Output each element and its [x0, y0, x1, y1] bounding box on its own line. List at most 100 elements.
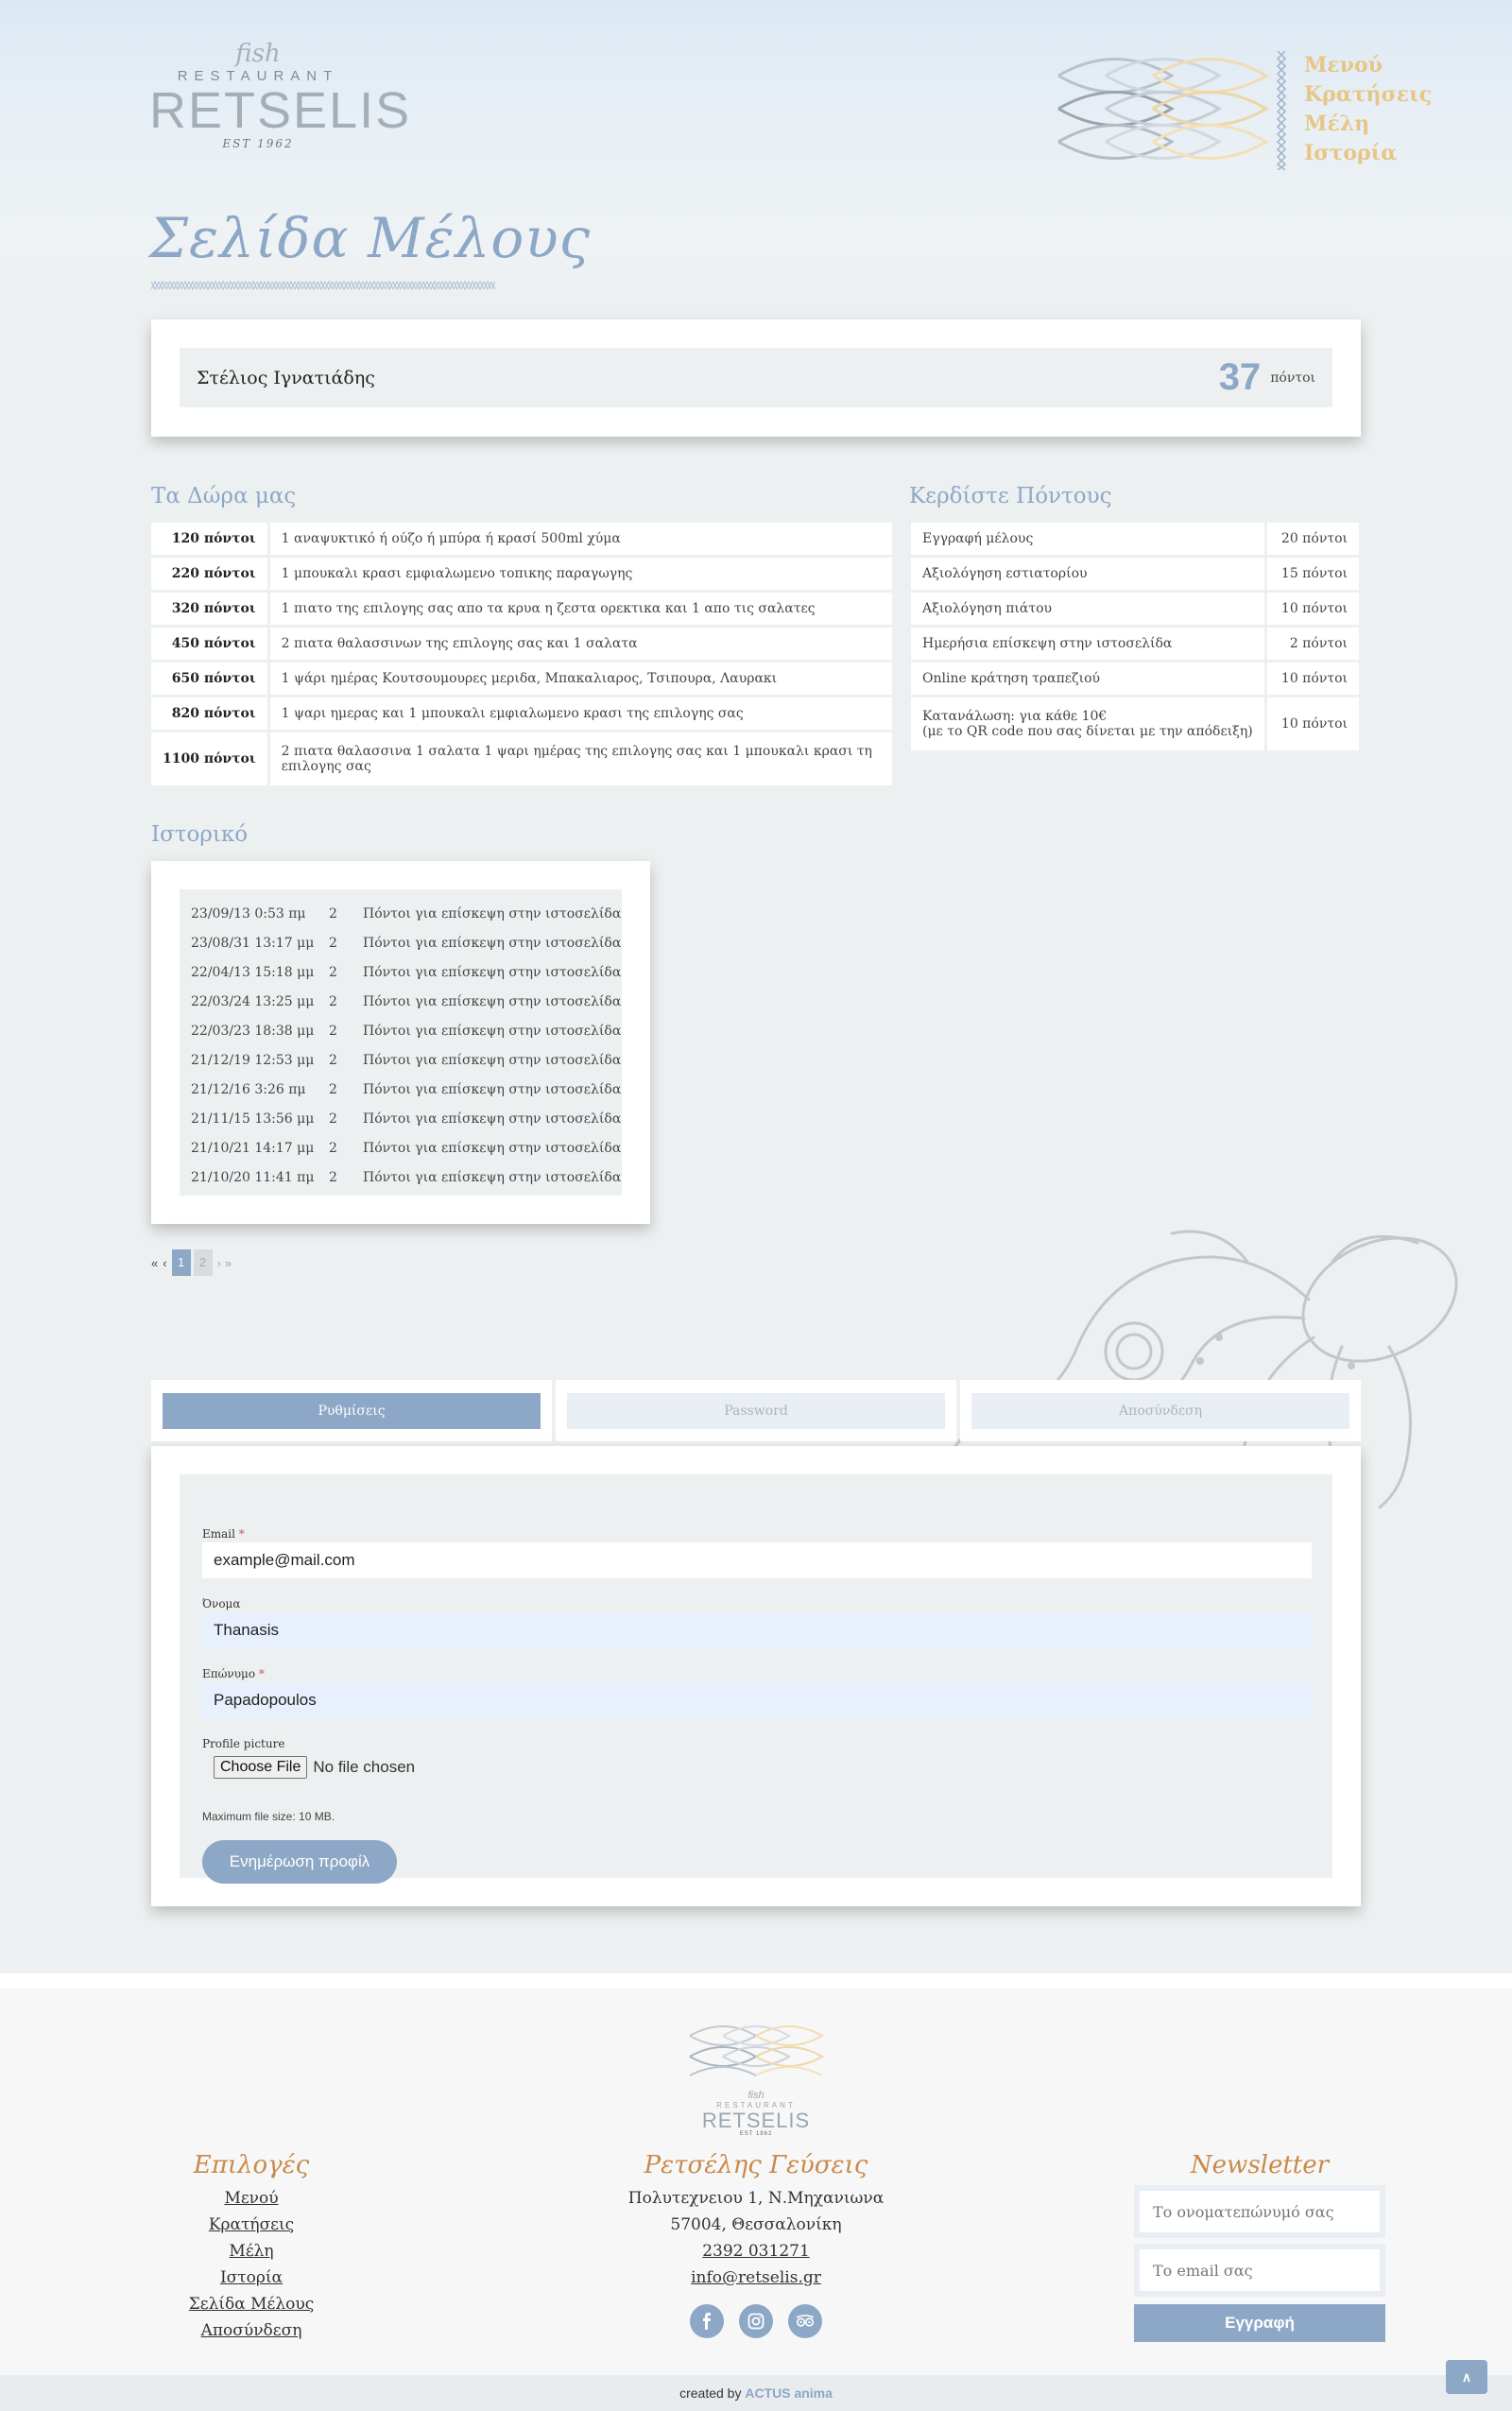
history-list: 23/09/13 0:53 πμ 2 Πόντοι για επίσκεψη στη… [180, 889, 622, 1196]
credit-prefix: created by [679, 2385, 742, 2401]
newsletter-title: Newsletter [1190, 2151, 1330, 2179]
history-points: 2 [329, 1140, 337, 1156]
newsletter-divider [1134, 2238, 1385, 2244]
earn-description: Online κράτηση τραπεζιού [911, 663, 1264, 695]
gift-points: 450 πόντοι [151, 628, 270, 660]
newsletter-subscribe-button[interactable]: Εγγραφή [1134, 2304, 1385, 2342]
picture-field-group: Profile picture Choose File No file chos… [202, 1737, 415, 1779]
gift-description: 1 αναψυκτικό ή ούζο ή μπύρα ή κρασί 500m… [269, 523, 892, 555]
email-label: Email * [202, 1527, 245, 1541]
update-profile-button[interactable]: Ενημέρωση προφίλ [202, 1840, 397, 1884]
tripadvisor-icon[interactable] [788, 2304, 822, 2338]
footer-link-member-page[interactable]: Σελίδα Μέλους [151, 2291, 352, 2317]
newsletter-email-input[interactable] [1140, 2249, 1380, 2291]
history-row: 21/10/20 11:41 πμ 2 Πόντοι για επίσκεψη στ… [180, 1162, 622, 1192]
name-field[interactable] [202, 1612, 1312, 1648]
tab-settings[interactable]: Ρυθμίσεις [163, 1393, 541, 1429]
gift-description: 2 πιατα θαλασσινα 1 σαλατα 1 ψαρι ημέρας… [269, 732, 892, 785]
footer-contact: Ρετσέλης Γεύσεις Πολυτεχνειου 1, Ν.Μηχαν… [605, 2151, 907, 2338]
footer-contact-title: Ρετσέλης Γεύσεις [644, 2151, 868, 2179]
gift-description: 1 πιατο της επιλογης σας απο τα κρυα η ζ… [269, 593, 892, 625]
footer-link-reservations[interactable]: Κρατήσεις [151, 2212, 352, 2238]
nav-members[interactable]: Μέλη [1304, 110, 1432, 139]
earn-description: Ημερήσια επίσκεψη στην ιστοσελίδα [911, 628, 1264, 660]
gift-description: 1 ψαρι ημερας και 1 μπουκαλι εμφιαλωμενο… [269, 697, 892, 730]
history-row: 23/09/13 0:53 πμ 2 Πόντοι για επίσκεψη στη… [180, 899, 622, 928]
profile-form: Email * Όνομα Επώνυμο * Profile picture … [180, 1474, 1332, 1884]
pager-page-2[interactable]: 2 [193, 1249, 213, 1276]
earn-row: Κατανάλωση: για κάθε 10€ (με το QR code π… [911, 697, 1359, 750]
settings-tabs: Ρυθμίσεις Password Αποσύνδεση [151, 1380, 1361, 1441]
earn-points: 10 πόντοι [1264, 697, 1359, 750]
earn-description: Κατανάλωση: για κάθε 10€ (με το QR code π… [911, 697, 1264, 750]
earn-description: Εγγραφή μέλους [911, 523, 1264, 555]
pager-current[interactable]: 1 [171, 1249, 191, 1276]
gift-row: 450 πόντοι 2 πιατα θαλασσινων της επιλογη… [151, 628, 892, 660]
footer-phone[interactable]: 2392 031271 [605, 2238, 907, 2265]
email-field[interactable] [202, 1542, 1312, 1578]
newsletter-name-input[interactable] [1140, 2191, 1380, 2232]
history-date: 22/04/13 15:18 μμ [191, 964, 315, 980]
member-points: 37 [1218, 356, 1262, 398]
footer-link-logout[interactable]: Αποσύνδεση [151, 2317, 352, 2344]
history-points: 2 [329, 1052, 337, 1068]
earn-points: 10 πόντοι [1264, 663, 1359, 695]
earn-points: 10 πόντοι [1264, 593, 1359, 625]
surname-field[interactable] [202, 1682, 1312, 1718]
site-logo[interactable]: fish RESTAURANT RETSELIS EST 1962 [149, 40, 409, 150]
file-status: No file chosen [313, 1758, 416, 1776]
history-date: 21/11/15 13:56 μμ [191, 1111, 315, 1127]
nav-history[interactable]: Ιστορία [1304, 139, 1432, 168]
history-description: Πόντοι για επίσκεψη στην ιστοσελίδα [363, 1081, 622, 1097]
earn-row: Αξιολόγηση πιάτου 10 πόντοι [911, 593, 1359, 625]
tab-logout[interactable]: Αποσύνδεση [971, 1393, 1349, 1429]
footer-link-members[interactable]: Μέλη [151, 2238, 352, 2265]
pager-first[interactable]: « [151, 1256, 158, 1270]
gift-row: 320 πόντοι 1 πιατο της επιλογης σας απο τ… [151, 593, 892, 625]
earn-row: Αξιολόγηση εστιατορίου 15 πόντοι [911, 558, 1359, 590]
footer-logo[interactable]: fish RESTAURANT RETSELIS EST 1962 [680, 2019, 832, 2142]
earn-row: Online κράτηση τραπεζιού 10 πόντοι [911, 663, 1359, 695]
gifts-table: 120 πόντοι 1 αναψυκτικό ή ούζο ή μπύρα ή … [151, 520, 892, 788]
earn-description-text: Κατανάλωση: για κάθε 10€ [922, 709, 1108, 724]
gift-points: 650 πόντοι [151, 663, 270, 695]
footer-logo-fish: fish [747, 2090, 765, 2101]
pager-next[interactable]: › [217, 1256, 221, 1270]
nav-menu[interactable]: Μενού [1304, 51, 1432, 80]
fish-decoration-icon [1057, 58, 1269, 160]
history-description: Πόντοι για επίσκεψη στην ιστοσελίδα [363, 935, 622, 951]
earn-title: Κερδίστε Πόντους [909, 484, 1112, 508]
facebook-icon[interactable] [690, 2304, 724, 2338]
instagram-icon[interactable] [739, 2304, 773, 2338]
footer-email[interactable]: info@retselis.gr [605, 2265, 907, 2291]
email-field-group: Email * [202, 1527, 1312, 1578]
scroll-to-top-button[interactable]: ∧ [1446, 2360, 1487, 2394]
tab-password[interactable]: Password [567, 1393, 945, 1429]
history-row: 22/03/23 18:38 μμ 2 Πόντοι για επίσκεψη στ… [180, 1016, 622, 1045]
footer-link-history[interactable]: Ιστορία [151, 2265, 352, 2291]
pager-last[interactable]: » [225, 1256, 232, 1270]
earn-description-text: Αξιολόγηση εστιατορίου [922, 566, 1088, 581]
credit-brand-link[interactable]: ACTUS anima [745, 2385, 833, 2401]
member-summary: Στέλιος Ιγνατιάδης 37 πόντοι [180, 348, 1332, 407]
member-card: Στέλιος Ιγνατιάδης 37 πόντοι [151, 319, 1361, 437]
history-description: Πόντοι για επίσκεψη στην ιστοσελίδα [363, 1023, 622, 1039]
choose-file-button[interactable]: Choose File [214, 1756, 308, 1779]
nav-divider-icon [1276, 51, 1287, 170]
earn-description-text: Εγγραφή μέλους [922, 531, 1034, 546]
footer-link-menu[interactable]: Μενού [151, 2185, 352, 2212]
earn-points: 20 πόντοι [1264, 523, 1359, 555]
nav-reservations[interactable]: Κρατήσεις [1304, 80, 1432, 110]
history-points: 2 [329, 993, 337, 1009]
history-date: 21/10/21 14:17 μμ [191, 1140, 315, 1156]
history-row: 21/12/19 12:53 μμ 2 Πόντοι για επίσκεψη στ… [180, 1045, 622, 1075]
history-date: 22/03/23 18:38 μμ [191, 1023, 315, 1039]
history-description: Πόντοι για επίσκεψη στην ιστοσελίδα [363, 1052, 622, 1068]
history-points: 2 [329, 905, 337, 921]
credits-bar: created by ACTUS anima [0, 2375, 1512, 2411]
pager-prev[interactable]: ‹ [163, 1256, 166, 1270]
logo-est-text: EST 1962 [222, 137, 294, 150]
history-row: 22/04/13 15:18 μμ 2 Πόντοι για επίσκεψη στ… [180, 957, 622, 987]
earn-table: Εγγραφή μέλους 20 πόντοι Αξιολόγηση εστιατ… [911, 520, 1359, 753]
logo-fish-text: fish [235, 40, 281, 68]
